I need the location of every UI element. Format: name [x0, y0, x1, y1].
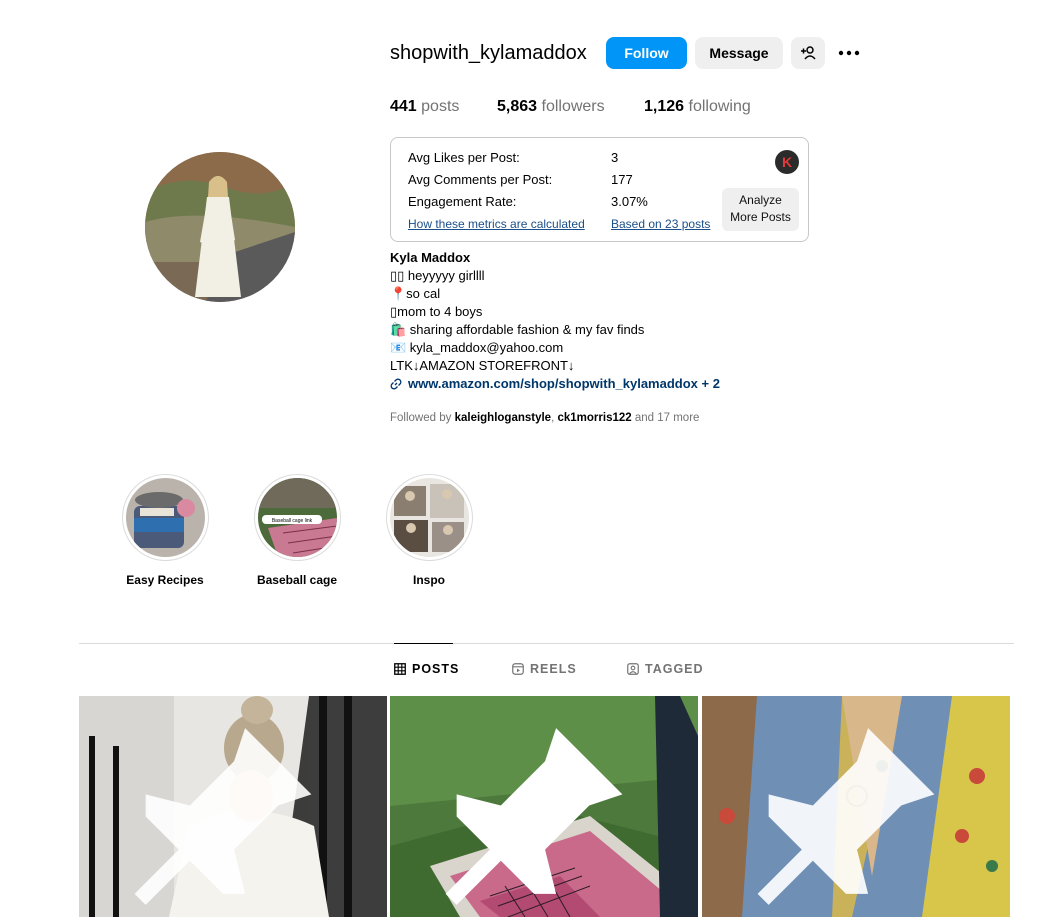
- add-user-icon: [801, 46, 816, 60]
- avg-likes-label: Avg Likes per Post:: [408, 150, 520, 165]
- avg-comments-label: Avg Comments per Post:: [408, 172, 553, 187]
- tab-tagged-label: TAGGED: [645, 662, 704, 676]
- bio-line: ▯▯ heyyyyy girllll: [390, 268, 485, 283]
- follow-button[interactable]: Follow: [606, 37, 687, 69]
- analyze-more-posts-button[interactable]: Analyze More Posts: [722, 188, 799, 231]
- grid-icon: [394, 663, 406, 675]
- suggest-user-button[interactable]: [791, 37, 825, 69]
- tab-divider: [79, 643, 1014, 644]
- highlight-sticker-text: Baseball cage link: [271, 518, 312, 524]
- profile-avatar[interactable]: [145, 152, 295, 302]
- highlight-ring: [121, 474, 209, 561]
- profile-full-name: Kyla Maddox: [390, 250, 471, 265]
- avg-likes-value: 3: [611, 150, 619, 165]
- bio-link-text: www.amazon.com/shop/shopwith_kylamaddox …: [408, 376, 720, 391]
- avg-comments-value: 177: [611, 172, 633, 187]
- following-stat[interactable]: 1,126 following: [644, 98, 751, 116]
- based-on-posts-link[interactable]: Based on 23 posts: [611, 217, 710, 231]
- followed-by-user[interactable]: kaleighloganstyle: [455, 412, 552, 424]
- analyze-label-line2: More Posts: [730, 210, 791, 224]
- tab-posts[interactable]: POSTS: [394, 662, 459, 676]
- highlight-cover: [389, 478, 469, 557]
- highlight-ring: [385, 474, 473, 561]
- bio-line: ▯mom to 4 boys: [390, 304, 483, 319]
- analyze-label-line1: Analyze: [739, 193, 782, 207]
- highlight-label: Baseball cage: [256, 573, 338, 587]
- highlight-cover: [125, 478, 205, 557]
- highlight-baseball-cage[interactable]: Baseball cage link Baseball cage: [253, 474, 341, 587]
- followed-by[interactable]: Followed by kaleighloganstyle, ck1morris…: [390, 412, 699, 424]
- bio-line: 📍so cal: [390, 286, 441, 301]
- followers-stat[interactable]: 5,863 followers: [497, 98, 605, 116]
- active-tab-indicator: [394, 643, 453, 644]
- post-thumbnail[interactable]: [702, 696, 1010, 917]
- metrics-panel: Avg Likes per Post: 3 Avg Comments per P…: [390, 137, 809, 242]
- highlight-label: Inspo: [413, 573, 445, 587]
- bio-line: LTK↓AMAZON STOREFRONT↓: [390, 358, 575, 373]
- reels-icon: [512, 663, 524, 675]
- profile-bio: Kyla Maddox ▯▯ heyyyyy girllll 📍so cal ▯…: [390, 249, 720, 393]
- bio-external-link[interactable]: www.amazon.com/shop/shopwith_kylamaddox …: [390, 375, 720, 393]
- followed-by-suffix: and 17 more: [634, 412, 700, 424]
- followed-by-prefix: Followed by: [390, 412, 452, 424]
- profile-username: shopwith_kylamaddox: [390, 42, 587, 64]
- engagement-rate-label: Engagement Rate:: [408, 194, 517, 209]
- message-button[interactable]: Message: [695, 37, 783, 69]
- post-thumbnail[interactable]: [79, 696, 387, 917]
- highlight-cover: Baseball cage link: [257, 478, 337, 557]
- tab-reels-label: REELS: [530, 662, 577, 676]
- pinned-icon: [445, 728, 623, 905]
- highlight-label: Easy Recipes: [126, 573, 204, 587]
- more-dots-icon: [838, 50, 860, 56]
- highlight-easy-recipes[interactable]: Easy Recipes: [121, 474, 209, 587]
- post-thumbnail[interactable]: [390, 696, 698, 917]
- bio-line: 📧 kyla_maddox@yahoo.com: [390, 340, 564, 355]
- tab-tagged[interactable]: TAGGED: [627, 662, 704, 676]
- engagement-rate-value: 3.07%: [611, 194, 648, 209]
- metrics-info-link[interactable]: How these metrics are calculated: [408, 217, 585, 231]
- highlight-ring: Baseball cage link: [253, 474, 341, 561]
- followed-by-user[interactable]: ck1morris122: [557, 412, 631, 424]
- pinned-icon: [134, 728, 312, 905]
- tab-posts-label: POSTS: [412, 662, 460, 676]
- tab-reels[interactable]: REELS: [512, 662, 577, 676]
- pinned-icon: [757, 728, 935, 905]
- posts-stat: 441 posts: [390, 98, 460, 115]
- tagged-icon: [627, 663, 639, 675]
- bio-line: 🛍️ sharing affordable fashion & my fav f…: [390, 322, 645, 337]
- more-options-button[interactable]: [835, 37, 863, 69]
- highlight-inspo[interactable]: Inspo: [385, 474, 473, 587]
- extension-logo-icon: K: [775, 150, 799, 174]
- link-icon: [390, 378, 402, 390]
